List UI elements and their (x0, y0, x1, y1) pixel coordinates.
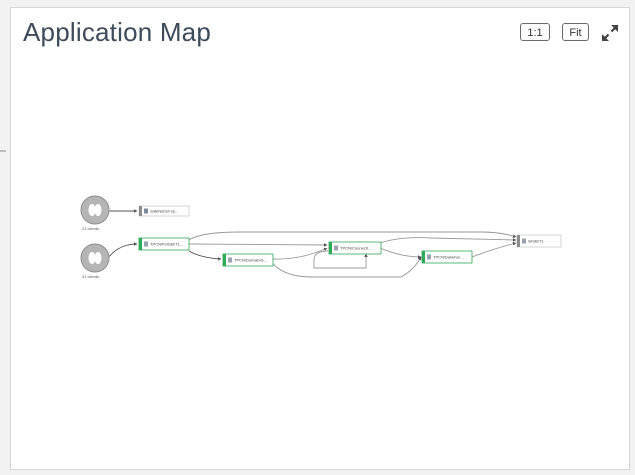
application-map-canvas[interactable]: 21 clients 41 clients SafeNet/sh sy... T… (11, 8, 631, 471)
edge-c-d (272, 247, 328, 260)
edge-b-d (188, 243, 328, 247)
svg-text:Simbl/T1: Simbl/T1 (528, 239, 545, 244)
edge-c-e-bottom (272, 256, 422, 278)
edge-e-f (471, 242, 517, 258)
node-f[interactable]: Simbl/T1 (516, 234, 562, 248)
edge-client2-node-b (107, 242, 138, 259)
client-group-21[interactable]: 21 clients (80, 195, 110, 231)
svg-text:TPCN/DataFun...: TPCN/DataFun... (433, 255, 464, 260)
edge-b-c (188, 250, 222, 261)
svg-text:SafeNet/sh sy...: SafeNet/sh sy... (150, 209, 178, 214)
client-label-21: 21 clients (82, 226, 99, 231)
client-group-41[interactable]: 41 clients (80, 243, 110, 279)
client-label-41: 41 clients (82, 274, 99, 279)
svg-text:TPCN/Connecti...: TPCN/Connecti... (340, 246, 371, 251)
svg-text:TPCN/Domain/S...: TPCN/Domain/S... (234, 258, 267, 263)
page-edge-divider (0, 150, 6, 152)
edge-d-f (379, 237, 517, 244)
node-d[interactable]: TPCN/Connecti... (328, 241, 382, 255)
edge-d-e (379, 247, 422, 259)
svg-text:TPCN/PortalET1...: TPCN/PortalET1... (150, 242, 183, 247)
node-e[interactable]: TPCN/DataFun... (421, 250, 473, 264)
node-c[interactable]: TPCN/Domain/S... (222, 253, 274, 267)
application-map-panel: Application Map 1:1 Fit 21 clients 41 cl… (10, 7, 630, 470)
node-a[interactable]: SafeNet/sh sy... (138, 205, 190, 217)
node-b[interactable]: TPCN/PortalET1... (138, 237, 190, 251)
